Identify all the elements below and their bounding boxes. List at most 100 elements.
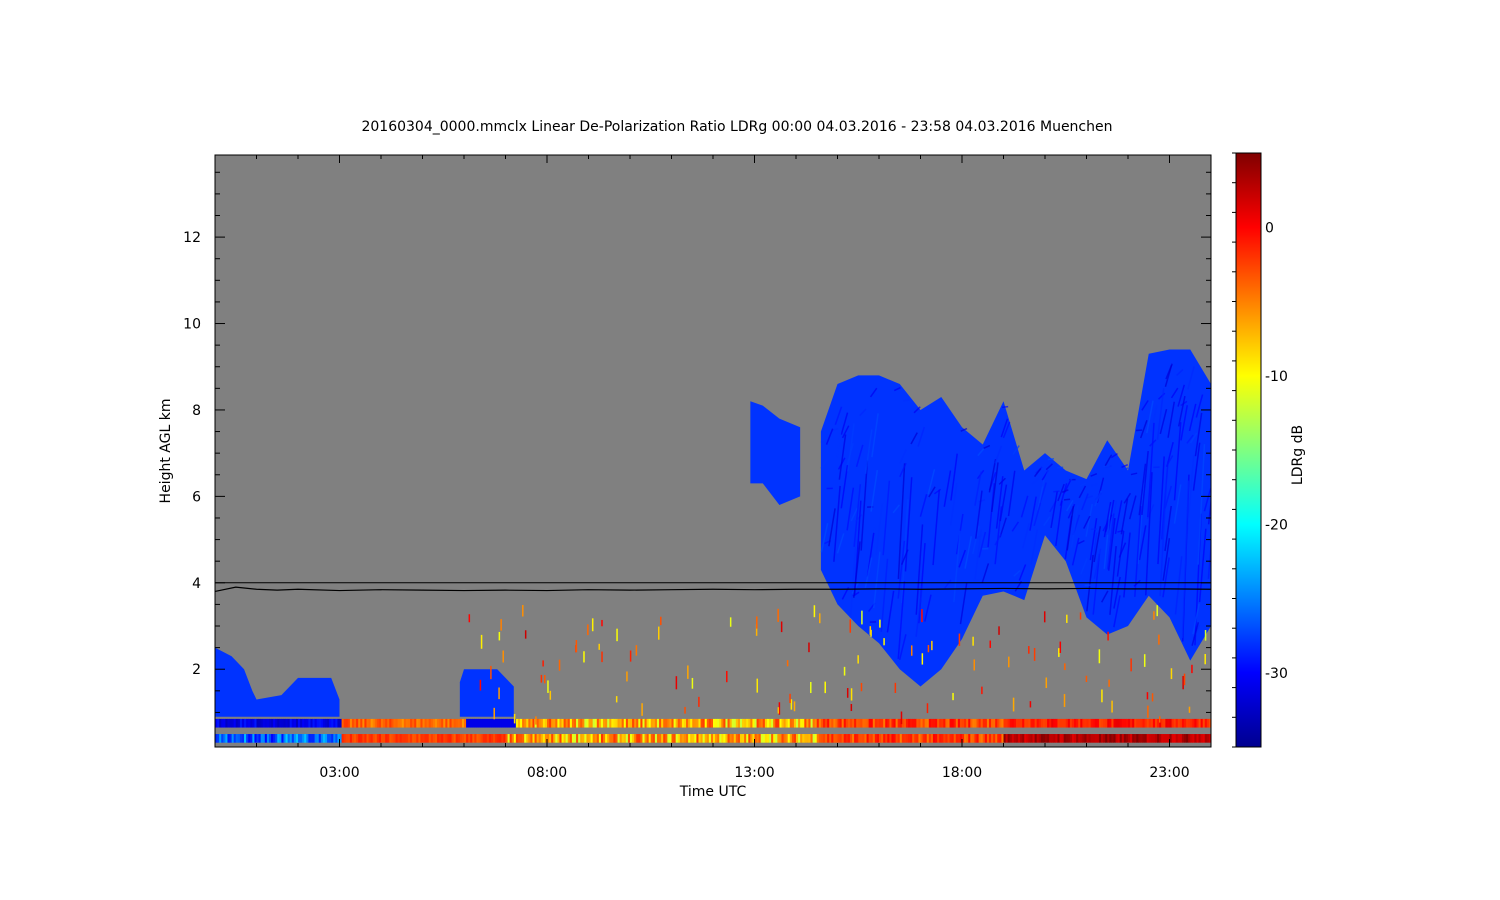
echo-speck (540, 674, 543, 683)
x-tick-label: 13:00 (734, 765, 774, 781)
echo-speck (808, 642, 810, 653)
echo-speck (542, 660, 544, 667)
echo-speck (535, 716, 537, 725)
echo-speck (981, 686, 983, 695)
echo-speck (813, 605, 816, 618)
echo-speck (591, 618, 594, 632)
echo-speck (1146, 692, 1149, 700)
echo-speck (1108, 679, 1110, 687)
echo-speck (1147, 705, 1149, 718)
echo-speck (861, 610, 863, 625)
echo-speck (687, 665, 689, 679)
echo-speck (1143, 654, 1146, 667)
cloud-streak (903, 399, 910, 402)
echo-speck (1111, 700, 1113, 713)
echo-speck (641, 703, 643, 716)
y-tick-label: 10 (183, 317, 201, 333)
echo-speck (921, 653, 924, 665)
x-tick-label: 03:00 (319, 765, 359, 781)
echo-speck (1098, 649, 1101, 664)
echo-speck (490, 665, 492, 680)
y-tick-label: 4 (192, 576, 201, 592)
cloud-streak (1063, 498, 1071, 501)
echo-speck (824, 681, 826, 694)
y-tick-label: 2 (192, 662, 201, 678)
echo-speck (756, 616, 758, 629)
echo-speck (1029, 701, 1032, 708)
echo-speck (635, 645, 638, 656)
echo-speck (587, 624, 589, 636)
echo-speck (1045, 677, 1048, 688)
echo-speck (1058, 648, 1060, 657)
echo-speck (1101, 689, 1103, 703)
echo-speck (973, 659, 976, 671)
echo-speck (691, 677, 694, 689)
echo-speck (850, 688, 853, 701)
echo-speck (726, 670, 728, 683)
echo-speck (793, 701, 796, 712)
plot-area (215, 155, 1211, 747)
echo-speck (615, 696, 618, 703)
echo-speck (927, 644, 930, 653)
echo-speck (1064, 663, 1066, 671)
y-tick-label: 8 (192, 403, 201, 419)
echo-speck (777, 707, 780, 714)
echo-speck (1156, 605, 1158, 617)
echo-speck (657, 626, 660, 640)
echo-speck (1188, 706, 1191, 713)
ldr-heatmap-chart: 20160304_0000.mmclx Linear De-Polarizati… (158, 119, 1306, 800)
echo-speck (780, 621, 783, 633)
echo-speck (1153, 611, 1155, 620)
echo-speck (849, 619, 852, 633)
echo-speck (883, 638, 885, 646)
echo-speck (998, 626, 1000, 635)
echo-speck (931, 640, 933, 651)
echo-speck (1158, 716, 1161, 723)
echo-speck (857, 655, 859, 664)
echo-speck (1151, 693, 1154, 702)
echo-speck (843, 666, 846, 676)
echo-speck (1183, 673, 1186, 686)
echo-speck (1191, 664, 1193, 674)
echo-speck (1170, 668, 1173, 680)
echo-speck (513, 713, 516, 724)
echo-speck (1130, 658, 1132, 672)
echo-speck (1033, 647, 1036, 661)
echo-speck (598, 643, 600, 650)
colorbar-tick-label: -10 (1265, 369, 1288, 385)
echo-speck (869, 626, 872, 635)
echo-speck (846, 688, 849, 698)
echo-speck (675, 676, 678, 690)
y-tick-label: 12 (183, 230, 201, 246)
echo-speck (1107, 631, 1109, 641)
echo-speck (1204, 654, 1206, 665)
echo-speck (660, 616, 662, 626)
x-axis-label: Time UTC (679, 784, 747, 800)
echo-speck (952, 692, 954, 701)
colorbar-tick-label: -20 (1265, 517, 1288, 533)
echo-speck (544, 675, 546, 684)
echo-speck (468, 614, 471, 623)
echo-speck (1085, 675, 1088, 683)
echo-speck (1063, 694, 1066, 707)
echo-speck (729, 617, 732, 627)
echo-speck (698, 696, 700, 707)
cloud-streak (1001, 405, 1009, 409)
echo-speck (1204, 630, 1207, 641)
x-tick-label: 23:00 (1149, 765, 1189, 781)
cloud-streak (1053, 490, 1060, 493)
cloud-streak (1047, 458, 1055, 461)
echo-speck (493, 707, 495, 720)
x-tick-label: 18:00 (942, 765, 982, 781)
cloud-streak (1056, 466, 1064, 469)
echo-speck (547, 680, 549, 693)
echo-speck (626, 671, 628, 682)
colorbar-scale (1235, 152, 1262, 748)
x-tick-label: 08:00 (527, 765, 567, 781)
echo-speck (1158, 634, 1160, 645)
y-axis-label: Height AGL km (158, 399, 174, 504)
echo-speck (1008, 656, 1010, 668)
echo-speck (958, 633, 961, 646)
echo-speck (790, 699, 793, 710)
colorbar-label: LDRg dB (1290, 425, 1306, 485)
